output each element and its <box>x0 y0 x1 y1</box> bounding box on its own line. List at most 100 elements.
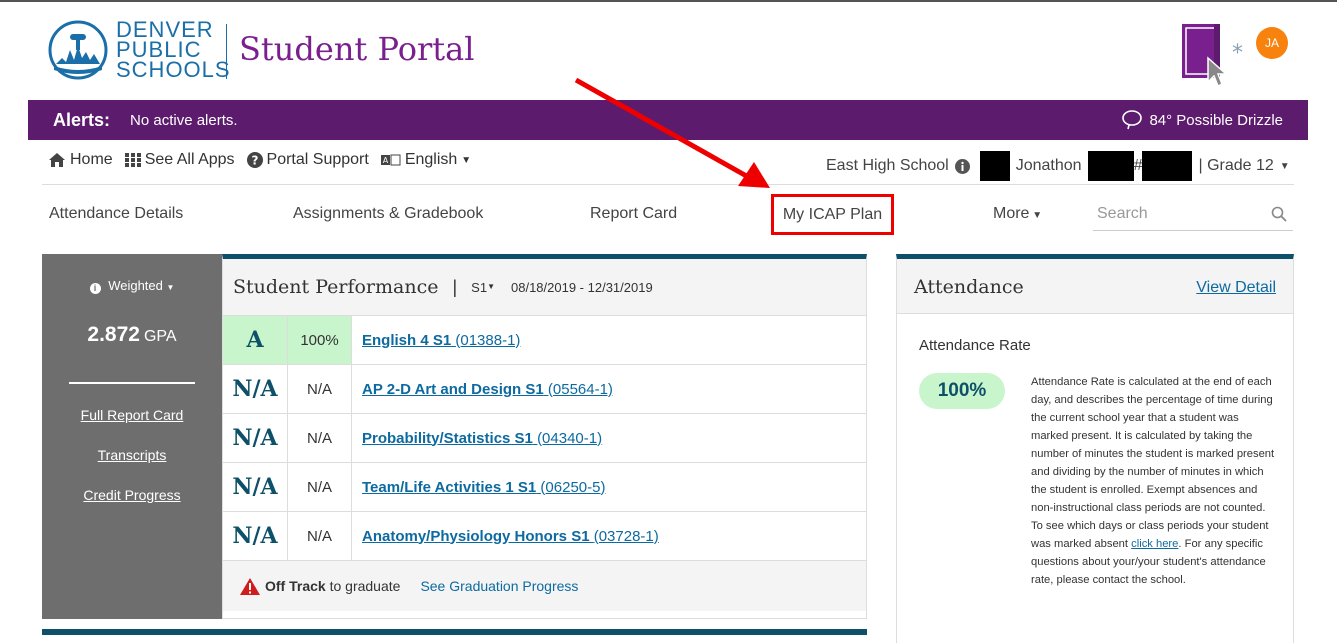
grade-dropdown: | Grade 12 <box>1198 157 1274 174</box>
top-border <box>0 0 1337 2</box>
semester-dates: 08/18/2019 - 12/31/2019 <box>511 279 653 295</box>
gpa-number: 2.872 <box>87 323 140 346</box>
gpa-unit: GPA <box>143 328 177 345</box>
nav-attendance-details[interactable]: Attendance Details <box>49 205 183 223</box>
course-grade: A <box>223 316 288 364</box>
course-link[interactable]: Team/Life Activities 1 S1 (06250-5) <box>352 479 605 496</box>
question-circle-icon: ? <box>246 152 263 168</box>
gpa-panel: i Weighted ▼ 2.872 GPA Full Report Card T… <box>42 259 222 619</box>
course-row[interactable]: A 100% English 4 S1 (01388-1) <box>223 316 866 365</box>
search-icon[interactable] <box>1271 206 1287 222</box>
credit-progress-link[interactable]: Credit Progress <box>42 487 222 503</box>
portal-support-label: Portal Support <box>266 151 369 168</box>
portal-title: Student Portal <box>239 30 475 68</box>
caret-down-icon: ▼ <box>1029 210 1043 221</box>
weather: 84° Possible Drizzle <box>1121 100 1283 140</box>
see-all-apps-label: See All Apps <box>144 151 235 168</box>
home-icon <box>49 153 65 167</box>
see-graduation-progress-link[interactable]: See Graduation Progress <box>420 578 578 594</box>
course-grade: N/A <box>223 512 288 560</box>
alerts-label: Alerts: <box>53 109 111 130</box>
click-here-link[interactable]: click here <box>1131 538 1178 550</box>
transcripts-link[interactable]: Transcripts <box>42 447 222 463</box>
course-row[interactable]: N/A N/A Probability/Statistics S1 (04340… <box>223 414 866 463</box>
next-panel-top <box>42 629 867 635</box>
attendance-rate-label: Attendance Rate <box>919 337 1031 354</box>
attendance-header: Attendance View Detail <box>897 259 1293 314</box>
redaction-block <box>1087 151 1134 181</box>
see-all-apps-link[interactable]: See All Apps <box>124 151 235 169</box>
gpa-value: 2.872 GPA <box>42 323 222 347</box>
portal-support-link[interactable]: ? Portal Support <box>246 151 369 169</box>
course-code: (04340-1) <box>537 429 603 447</box>
svg-text:A: A <box>383 156 389 165</box>
course-name: Probability/Statistics S1 <box>362 429 533 447</box>
school-name: East High School <box>826 157 949 174</box>
attendance-desc-text: Attendance Rate is calculated at the end… <box>1031 376 1275 550</box>
course-percent: N/A <box>288 414 352 462</box>
book-icon[interactable]: * <box>1180 20 1250 88</box>
utility-nav: Home See All Apps ? Portal Support A Eng… <box>48 151 471 169</box>
redaction-block <box>979 151 1010 181</box>
weather-cloud-icon <box>1122 110 1143 130</box>
course-grade: N/A <box>223 365 288 413</box>
nav-more-dropdown[interactable]: More ▼ <box>993 205 1042 223</box>
home-link[interactable]: Home <box>48 151 113 169</box>
alerts-message: No active alerts. <box>130 111 238 129</box>
course-link[interactable]: Anatomy/Physiology Honors S1 (03728-1) <box>352 528 659 545</box>
course-percent: N/A <box>288 365 352 413</box>
attendance-description: Attendance Rate is calculated at the end… <box>1031 373 1277 589</box>
graduation-status: Off Track to graduate See Graduation Pro… <box>223 561 866 611</box>
nav-my-icap-plan[interactable]: My ICAP Plan <box>771 194 894 235</box>
course-code: (01388-1) <box>455 331 521 349</box>
course-row[interactable]: N/A N/A AP 2-D Art and Design S1 (05564-… <box>223 365 866 414</box>
weather-text: 84° Possible Drizzle <box>1149 111 1283 129</box>
performance-separator: | <box>452 276 458 297</box>
info-icon[interactable] <box>954 158 970 174</box>
course-row[interactable]: N/A N/A Anatomy/Physiology Honors S1 (03… <box>223 512 866 561</box>
language-dropdown[interactable]: A English ▼ <box>380 151 472 169</box>
view-detail-link[interactable]: View Detail <box>1196 279 1276 297</box>
weighted-label: Weighted <box>108 278 163 293</box>
nav-my-icap-plan-label: My ICAP Plan <box>782 205 883 223</box>
attendance-panel: Attendance View Detail Attendance Rate 1… <box>896 254 1294 643</box>
caret-down-icon: ▼ <box>166 283 175 292</box>
semester-dropdown[interactable]: S1▼ <box>471 280 495 295</box>
course-link[interactable]: AP 2-D Art and Design S1 (05564-1) <box>352 381 613 398</box>
search-input[interactable] <box>1097 205 1247 223</box>
nav-assignments-gradebook[interactable]: Assignments & Gradebook <box>293 205 483 223</box>
student-name: Jonathon <box>1015 157 1082 174</box>
course-link[interactable]: Probability/Statistics S1 (04340-1) <box>352 430 602 447</box>
language-label: English <box>404 151 458 168</box>
performance-title: Student Performance <box>233 276 439 298</box>
course-percent: 100% <box>288 316 352 364</box>
full-report-card-link[interactable]: Full Report Card <box>42 407 222 423</box>
svg-text:?: ? <box>251 154 258 168</box>
caret-down-icon: ▼ <box>461 154 472 166</box>
course-row[interactable]: N/A N/A Team/Life Activities 1 S1 (06250… <box>223 463 866 512</box>
course-code: (03728-1) <box>593 527 659 545</box>
weighted-dropdown[interactable]: i Weighted ▼ <box>42 278 222 294</box>
warning-icon <box>240 577 260 595</box>
course-code: (06250-5) <box>540 478 606 496</box>
logo-divider <box>226 24 227 79</box>
course-name: Team/Life Activities 1 S1 <box>362 478 537 496</box>
search-box <box>1093 198 1293 231</box>
course-code: (05564-1) <box>547 380 613 398</box>
user-avatar[interactable]: JA <box>1256 27 1288 59</box>
course-grade: N/A <box>223 414 288 462</box>
student-info[interactable]: East High School Jonathon # | Grade 12 ▼ <box>826 151 1290 181</box>
gpa-divider <box>69 382 195 384</box>
dps-logo-icon[interactable] <box>48 20 108 80</box>
course-name: Anatomy/Physiology Honors S1 <box>362 527 590 545</box>
attendance-title: Attendance <box>914 276 1024 298</box>
course-percent: N/A <box>288 463 352 511</box>
translate-icon: A <box>380 154 401 166</box>
performance-header: Student Performance | S1▼ 08/18/2019 - 1… <box>223 259 866 316</box>
course-grade: N/A <box>223 463 288 511</box>
student-performance-panel: Student Performance | S1▼ 08/18/2019 - 1… <box>222 254 867 619</box>
course-link[interactable]: English 4 S1 (01388-1) <box>352 332 520 349</box>
course-name: AP 2-D Art and Design S1 <box>362 380 544 398</box>
nav-report-card[interactable]: Report Card <box>590 205 677 223</box>
off-track-text: to graduate <box>329 578 401 594</box>
